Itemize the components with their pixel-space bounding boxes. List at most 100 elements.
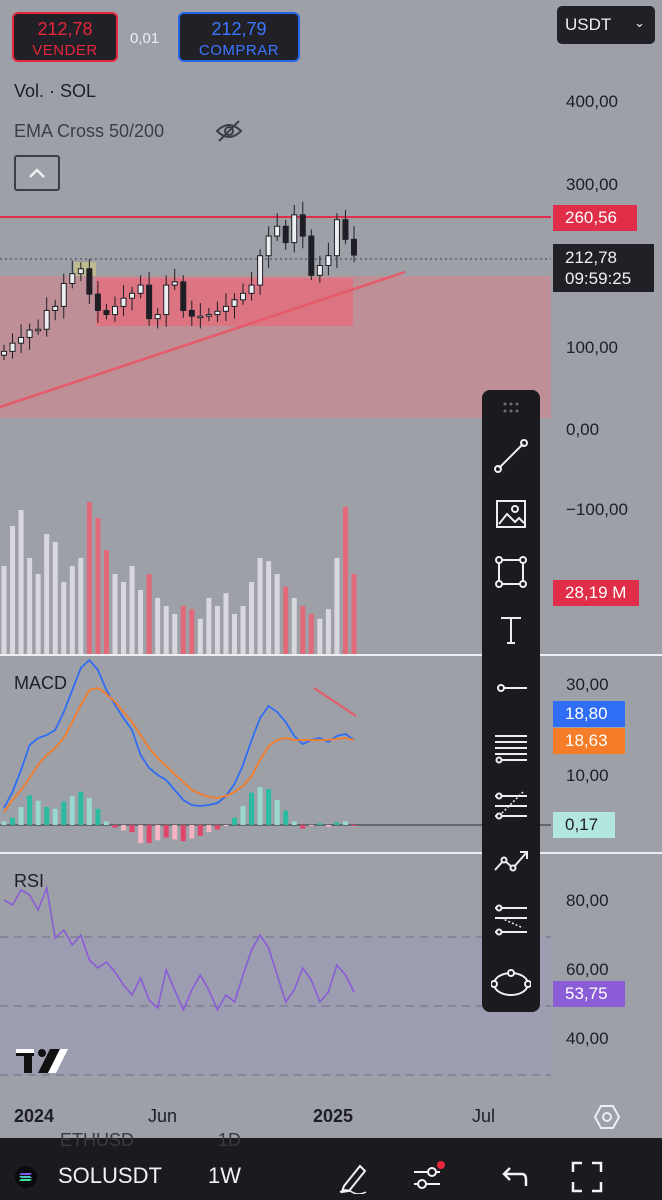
histogram-bar — [266, 789, 272, 825]
rsi-indicator-label[interactable]: RSI — [14, 871, 44, 892]
histogram-bar — [103, 821, 109, 825]
fib-retracement-icon[interactable] — [491, 900, 531, 940]
volume-bar — [18, 510, 24, 654]
macd-tag: 18,80 — [553, 701, 625, 727]
volume-bar — [300, 606, 306, 654]
volume-bar — [283, 586, 289, 654]
histogram-bar — [163, 825, 169, 838]
histogram-bar — [291, 821, 297, 825]
histogram-bar — [214, 825, 220, 830]
histogram-bar — [231, 817, 237, 825]
volume-bar — [163, 606, 169, 654]
pane-separator[interactable] — [0, 654, 662, 656]
histogram-bar — [86, 798, 92, 825]
candle — [342, 209, 349, 245]
candle — [351, 226, 357, 263]
volume-bar — [308, 614, 314, 654]
ellipse-icon[interactable] — [491, 964, 531, 1004]
last-price-value: 212,78 — [565, 248, 617, 267]
volume-bar — [206, 598, 212, 654]
volume-bar — [214, 606, 220, 654]
volume-bar — [325, 609, 331, 654]
rectangle-icon[interactable] — [491, 552, 531, 592]
interval-button[interactable]: 1W — [208, 1163, 241, 1189]
trend-line-icon[interactable] — [491, 436, 531, 476]
histogram-bar — [35, 800, 41, 825]
histogram-bar — [69, 796, 75, 825]
histogram-bar — [334, 822, 340, 825]
histogram-bar — [61, 801, 67, 825]
signal-line — [3, 687, 355, 813]
bar-countdown: 09:59:25 — [565, 269, 632, 288]
candle — [333, 213, 340, 268]
histogram-bar — [317, 823, 323, 825]
drawing-pen-icon[interactable] — [336, 1160, 370, 1199]
volume-bar — [44, 534, 50, 654]
volume-bar — [138, 590, 144, 654]
volume-bar — [121, 582, 127, 654]
solana-logo-icon — [15, 1166, 37, 1188]
bottom-toolbar: ETHUSD 1D SOLUSDT 1W — [0, 1130, 662, 1200]
histogram-bar — [257, 787, 263, 825]
volume-indicator-label[interactable]: Vol. · SOL — [14, 81, 96, 102]
eye-hidden-icon[interactable] — [214, 118, 244, 149]
volume-bar — [112, 574, 118, 654]
settings-icon[interactable] — [593, 1104, 621, 1135]
chart-canvas[interactable] — [0, 0, 662, 1138]
volume-bar — [249, 582, 255, 654]
volume-bar — [1, 566, 7, 654]
histogram-bar — [172, 825, 178, 840]
candle — [299, 201, 306, 249]
divergence-line[interactable] — [313, 687, 357, 717]
pane-separator[interactable] — [0, 852, 662, 854]
horizontal-ray-icon[interactable] — [491, 668, 531, 708]
price-axis-label: 300,00 — [566, 175, 618, 194]
indicators-settings-icon[interactable] — [410, 1160, 448, 1199]
volume-bar — [180, 606, 186, 654]
histogram-bar — [146, 825, 152, 843]
histogram-bar — [180, 825, 186, 842]
path-icon[interactable] — [491, 842, 531, 882]
ema-indicator-label[interactable]: EMA Cross 50/200 — [14, 121, 164, 142]
partial-ticker: ETHUSD — [60, 1130, 135, 1150]
histogram-bar — [351, 825, 357, 826]
volume-bars — [1, 502, 357, 654]
drag-handle-icon[interactable] — [491, 394, 531, 422]
histogram-bar — [206, 825, 212, 833]
volume-bar — [223, 593, 229, 654]
volume-bar — [146, 574, 152, 654]
candle — [291, 205, 298, 253]
time-axis-label: Jul — [472, 1106, 496, 1126]
histogram-bar — [18, 807, 24, 825]
candle — [265, 226, 272, 268]
volume-bar — [27, 558, 33, 654]
volume-bar — [257, 558, 263, 654]
volume-bar — [10, 526, 16, 654]
histogram-bar — [44, 807, 50, 825]
volume-bar — [95, 518, 101, 654]
undo-icon[interactable] — [498, 1162, 528, 1197]
rsi-axis-label: 80,00 — [566, 891, 609, 910]
fullscreen-icon[interactable] — [570, 1160, 604, 1199]
histogram-bar — [138, 825, 144, 843]
macd-indicator-label[interactable]: MACD — [14, 673, 67, 694]
candle — [325, 242, 332, 276]
histogram-tag: 0,17 — [553, 812, 615, 838]
histogram-bar — [283, 810, 289, 825]
drawing-toolbar[interactable] — [482, 390, 540, 1012]
volume-bar — [240, 606, 246, 654]
histogram-bar — [249, 792, 255, 825]
last-price-tag: 212,78 09:59:25 — [553, 244, 654, 292]
volume-bar — [172, 614, 178, 654]
parallel-channel-icon[interactable] — [491, 726, 531, 766]
volume-bar — [274, 574, 280, 654]
collapse-indicators-button[interactable] — [14, 155, 60, 191]
macd-axis-label: 10,00 — [566, 766, 609, 785]
time-axis-label: 2024 — [14, 1106, 55, 1126]
text-icon[interactable] — [491, 610, 531, 650]
image-icon[interactable] — [491, 494, 531, 534]
symbol-button[interactable]: SOLUSDT — [58, 1163, 162, 1189]
volume-bar — [103, 550, 109, 654]
volume-bar — [61, 582, 67, 654]
pitchfork-icon[interactable] — [491, 784, 531, 824]
